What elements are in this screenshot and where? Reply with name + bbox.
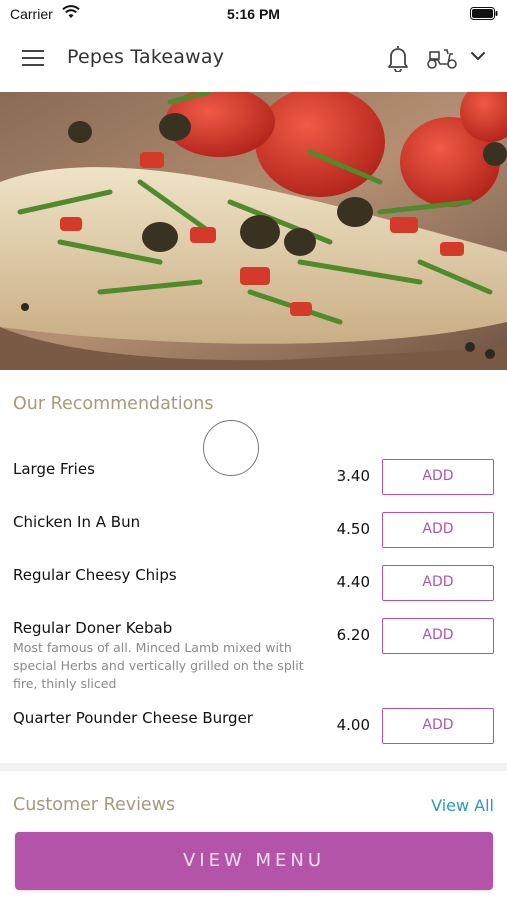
battery-icon: [470, 7, 498, 20]
view-menu-button[interactable]: VIEW MENU: [15, 832, 493, 890]
chevron-down-icon[interactable]: [470, 50, 486, 62]
add-button[interactable]: ADD: [382, 459, 494, 495]
item-name: Regular Cheesy Chips: [13, 566, 177, 584]
add-button[interactable]: ADD: [382, 565, 494, 601]
reviews-title: Customer Reviews: [13, 795, 176, 815]
item-price: 4.40: [336, 573, 370, 591]
page-title: Pepes Takeaway: [67, 46, 225, 68]
section-divider: [0, 763, 507, 771]
menu-icon[interactable]: [22, 50, 46, 68]
item-description: Most famous of all. Minced Lamb mixed wi…: [13, 640, 304, 691]
item-price: 3.40: [336, 467, 370, 485]
add-button[interactable]: ADD: [382, 618, 494, 654]
bell-icon[interactable]: [386, 44, 410, 72]
delivery-scooter-icon[interactable]: [426, 46, 458, 70]
app-header: Pepes Takeaway: [0, 26, 507, 92]
recommendations-title: Our Recommendations: [13, 394, 214, 414]
item-name: Quarter Pounder Cheese Burger: [13, 709, 253, 727]
add-button[interactable]: ADD: [382, 708, 494, 744]
pizza-image: [0, 92, 507, 370]
status-time: 5:16 PM: [227, 6, 280, 22]
touch-indicator: [203, 420, 259, 476]
view-all-link[interactable]: View All: [431, 796, 494, 815]
status-bar: Carrier 5:16 PM: [0, 0, 507, 26]
item-price: 6.20: [336, 626, 370, 644]
item-name: Regular Doner Kebab: [13, 619, 173, 637]
hero-image: [0, 92, 507, 370]
item-price: 4.50: [336, 520, 370, 538]
item-price: 4.00: [336, 716, 370, 734]
add-button[interactable]: ADD: [382, 512, 494, 548]
item-name: Chicken In A Bun: [13, 513, 141, 531]
item-name: Large Fries: [13, 460, 95, 478]
